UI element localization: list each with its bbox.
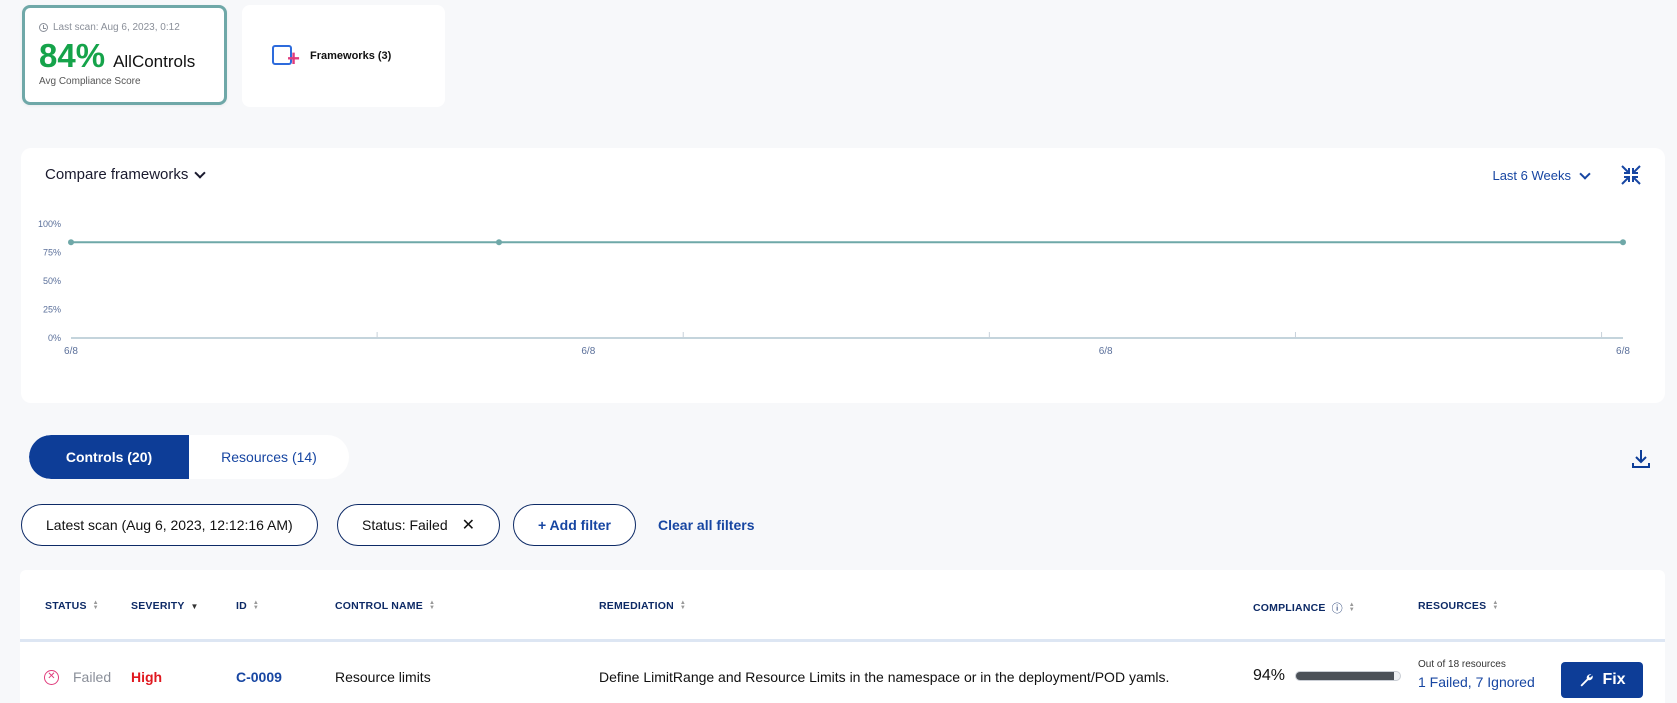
compare-frameworks-dropdown[interactable]: Compare frameworks — [45, 166, 207, 183]
compare-chart-card: 100% 75% 50% 25% 0% 6/8 6/8 6/8 6/8 Compare fram… — [21, 148, 1665, 403]
status-text: Failed — [73, 669, 112, 685]
time-range-dropdown[interactable]: Last 6 Weeks — [1492, 167, 1591, 183]
wrench-icon — [1580, 674, 1594, 687]
frameworks-card[interactable]: + Frameworks (3) — [242, 5, 445, 107]
sort-icon: ▲ ▼ — [679, 600, 687, 611]
data-point — [496, 239, 502, 246]
last-scan-label: Last scan: Aug 6, 2023, 0:12 — [53, 22, 180, 33]
tab-controls[interactable]: Controls (20) — [29, 435, 189, 479]
header-id[interactable]: ID ▲ ▼ — [236, 600, 259, 612]
fix-button[interactable]: Fix — [1561, 662, 1643, 698]
resources-summary-link[interactable]: 1 Failed, 7 Ignored — [1418, 674, 1535, 690]
header-severity[interactable]: SEVERITY ▼ — [131, 600, 199, 612]
add-framework-icon: + — [272, 42, 300, 70]
fix-label: Fix — [1602, 671, 1626, 688]
header-remediation-label: REMEDIATION — [599, 600, 674, 612]
header-resources[interactable]: RESOURCES ▲ ▼ — [1418, 600, 1498, 612]
sort-icon: ▲ ▼ — [1348, 602, 1355, 613]
header-control-name-label: CONTROL NAME — [335, 600, 423, 612]
clear-all-filters-link[interactable]: Clear all filters — [658, 517, 755, 533]
compliance-score-card[interactable]: Last scan: Aug 6, 2023, 0:12 84% AllCont… — [22, 5, 227, 105]
y-tick-label: 100% — [38, 219, 61, 229]
table-row[interactable]: ✕ Failed High C-0009 Resource limits Def… — [20, 645, 1665, 703]
remediation-text: Define LimitRange and Resource Limits in… — [599, 669, 1170, 685]
header-control-name[interactable]: CONTROL NAME ▲ ▼ — [335, 600, 435, 612]
resources-total: Out of 18 resources — [1418, 659, 1506, 670]
sort-icon: ▲ ▼ — [1492, 600, 1499, 611]
controls-table: STATUS ▲ ▼ SEVERITY ▼ ID ▲ ▼ CONTROL NAME ▲ ▼ R… — [20, 570, 1665, 703]
add-filter-button[interactable]: + Add filter — [513, 504, 636, 546]
y-tick-label: 0% — [48, 333, 61, 343]
compliance-cell: 94% — [1253, 667, 1402, 685]
status-filter-chip[interactable]: Status: Failed ✕ — [337, 504, 501, 546]
control-id-link[interactable]: C-0009 — [236, 669, 282, 685]
time-range-label: Last 6 Weeks — [1492, 168, 1571, 183]
x-tick-label: 6/8 — [581, 346, 595, 357]
x-tick-label: 6/8 — [1616, 346, 1630, 357]
info-icon[interactable]: ⓘ — [1332, 600, 1343, 616]
severity-badge: High — [131, 669, 163, 685]
compliance-bar — [1295, 671, 1402, 681]
view-tabs: Controls (20) Resources (14) — [29, 435, 349, 479]
y-tick-label: 25% — [43, 305, 61, 315]
y-tick-label: 50% — [43, 276, 61, 286]
collapse-icon[interactable] — [1619, 163, 1643, 187]
tab-resources[interactable]: Resources (14) — [189, 435, 349, 479]
x-tick-label: 6/8 — [64, 346, 78, 357]
add-filter-label: + Add filter — [538, 517, 611, 533]
download-icon[interactable] — [1630, 448, 1652, 470]
compliance-percent: 94% — [1253, 667, 1286, 684]
score-subtitle: Avg Compliance Score — [39, 76, 141, 87]
close-icon[interactable]: ✕ — [462, 515, 475, 535]
scan-filter-chip[interactable]: Latest scan (Aug 6, 2023, 12:12:16 AM) — [21, 504, 318, 546]
header-status[interactable]: STATUS ▲ ▼ — [45, 600, 99, 612]
header-id-label: ID — [236, 600, 247, 612]
control-name: Resource limits — [335, 669, 431, 685]
framework-name: AllControls — [113, 52, 196, 71]
sort-icon: ▲ ▼ — [92, 600, 99, 611]
header-compliance-label: COMPLIANCE — [1253, 602, 1326, 614]
status-filter-label: Status: Failed — [362, 517, 448, 533]
header-severity-label: SEVERITY — [131, 600, 185, 612]
x-tick-label: 6/8 — [1099, 346, 1113, 357]
header-compliance[interactable]: COMPLIANCE ⓘ ▲ ▼ — [1253, 600, 1355, 616]
sort-icon: ▲ ▼ — [428, 600, 436, 611]
chevron-down-icon — [194, 166, 207, 179]
score-percent: 84% — [39, 37, 106, 74]
table-header: STATUS ▲ ▼ SEVERITY ▼ ID ▲ ▼ CONTROL NAME ▲ ▼ R… — [20, 570, 1665, 642]
sort-icon: ▲ ▼ — [252, 600, 260, 611]
compliance-chart: 100%75%50%25%0%6/8 6/8 6/8 6/8 — [38, 219, 1630, 357]
header-resources-label: RESOURCES — [1418, 600, 1487, 612]
status-cell: ✕ Failed — [44, 669, 111, 685]
chevron-down-icon — [1579, 167, 1591, 180]
header-status-label: STATUS — [45, 600, 87, 612]
sort-desc-icon: ▼ — [190, 601, 199, 611]
frameworks-label: Frameworks (3) — [310, 50, 392, 62]
resources-cell: Out of 18 resources 1 Failed, 7 Ignored — [1418, 659, 1535, 690]
y-tick-label: 75% — [43, 248, 61, 258]
data-point — [68, 239, 74, 246]
last-scan-text: Last scan: Aug 6, 2023, 0:12 — [39, 22, 210, 33]
scan-filter-label: Latest scan (Aug 6, 2023, 12:12:16 AM) — [46, 517, 293, 533]
data-point — [1620, 239, 1626, 246]
clock-icon — [39, 23, 48, 32]
failed-icon: ✕ — [44, 669, 59, 685]
compliance-bar-fill — [1296, 672, 1394, 680]
header-remediation[interactable]: REMEDIATION ▲ ▼ — [599, 600, 686, 612]
compare-frameworks-label: Compare frameworks — [45, 166, 189, 183]
